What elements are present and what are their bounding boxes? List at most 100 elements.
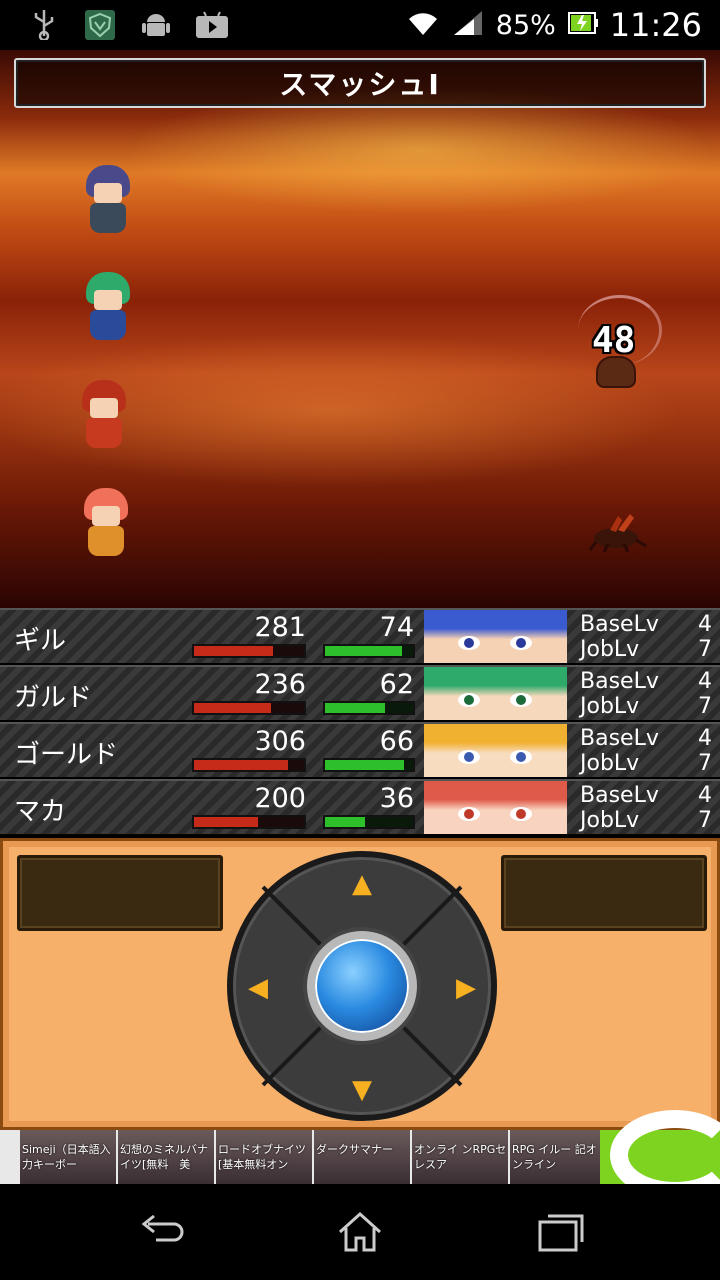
dpad-left-icon[interactable]: ◀ [243, 973, 273, 1003]
battle-field: スマッシュI 48 [0, 50, 720, 608]
job-level-value: 7 [698, 808, 712, 833]
level-info: BaseLv 4 JobLv 7 [580, 726, 712, 776]
job-level-value: 7 [698, 694, 712, 719]
mp-value: 36 [379, 783, 414, 814]
base-level-label: BaseLv [580, 726, 659, 751]
level-info: BaseLv 4 JobLv 7 [580, 612, 712, 662]
left-action-button[interactable] [17, 855, 223, 931]
usb-icon [28, 9, 60, 41]
base-level-label: BaseLv [580, 783, 659, 808]
skill-name-banner: スマッシュI [14, 58, 706, 108]
skill-name: スマッシュI [279, 68, 441, 101]
mp-bar-fill [325, 646, 403, 656]
battery-icon [567, 9, 598, 41]
base-level-value: 4 [698, 669, 712, 694]
clock: 11:26 [609, 6, 702, 44]
party-row[interactable]: ガルド 236 62 BaseLv 4 JobLv 7 [0, 665, 720, 720]
signal-icon [452, 9, 484, 41]
party-sprite-gold [76, 380, 132, 452]
recent-apps-icon[interactable] [536, 1206, 588, 1258]
job-level-label: JobLv [580, 637, 640, 662]
hp-bar [192, 644, 306, 658]
job-level-value: 7 [698, 751, 712, 776]
mp-value: 74 [379, 612, 414, 643]
hp-value: 200 [254, 783, 306, 814]
hp-value: 306 [254, 726, 306, 757]
member-name: ギル [14, 626, 67, 656]
job-level-value: 7 [698, 637, 712, 662]
hp-bar [192, 815, 306, 829]
hp-value: 281 [254, 612, 306, 643]
ad-tile[interactable]: 幻想のミネルバナイツ[無料 美 [118, 1130, 214, 1184]
job-level-label: JobLv [580, 808, 640, 833]
ad-banner[interactable]: RPG イルー 記オンライン オンライ ンRPGセレスア ダークサマナー ロードオブナ… [0, 1110, 720, 1200]
base-level-value: 4 [698, 612, 712, 637]
base-level-value: 4 [698, 726, 712, 751]
ad-label[interactable]: 幻想のミネルバナイツ[無料 美 [120, 1142, 214, 1172]
mp-value: 62 [379, 669, 414, 700]
mp-value: 66 [379, 726, 414, 757]
navigation-bar [0, 1184, 720, 1280]
level-info: BaseLv 4 JobLv 7 [580, 669, 712, 719]
hp-bar [192, 701, 306, 715]
control-pad: ▲ ▼ ◀ ▶ [0, 838, 720, 1130]
dpad-center-button[interactable] [307, 931, 417, 1041]
enemy-sprite-1 [598, 358, 634, 386]
member-name: マカ [14, 797, 67, 827]
ad-logo-icon[interactable] [600, 1110, 720, 1200]
mp-bar [323, 644, 415, 658]
hp-bar-fill [194, 817, 258, 827]
ad-tile[interactable]: ロードオブナイツ[基本無料オン [216, 1130, 312, 1184]
dpad-down-icon[interactable]: ▼ [347, 1075, 377, 1105]
ad-label[interactable]: Simeji（日本語入力キーボー [22, 1142, 116, 1172]
party-row[interactable]: ゴールド 306 66 BaseLv 4 JobLv 7 [0, 722, 720, 777]
right-action-button[interactable] [501, 855, 707, 931]
dpad[interactable]: ▲ ▼ ◀ ▶ [227, 851, 497, 1121]
member-name: ゴールド [14, 740, 119, 770]
mp-bar [323, 758, 415, 772]
back-icon[interactable] [134, 1206, 186, 1258]
shield-app-icon [84, 9, 116, 41]
hp-bar [192, 758, 306, 772]
mp-bar-fill [325, 703, 385, 713]
job-level-label: JobLv [580, 694, 640, 719]
hp-bar-fill [194, 646, 274, 656]
member-name: ガルド [14, 683, 93, 713]
member-portrait [424, 724, 567, 777]
ad-tile[interactable]: Simeji（日本語入力キーボー [20, 1130, 116, 1184]
hp-bar-fill [194, 760, 288, 770]
ad-tile[interactable]: オンライ ンRPGセレスア [412, 1130, 508, 1184]
android-icon [140, 9, 172, 41]
dpad-right-icon[interactable]: ▶ [451, 973, 481, 1003]
home-icon[interactable] [334, 1206, 386, 1258]
mp-bar [323, 815, 415, 829]
youtube-icon [196, 9, 228, 41]
ad-tile[interactable]: RPG イルー 記オンライン [510, 1130, 606, 1184]
enemy-sprite-2 [588, 512, 648, 553]
wifi-icon [406, 9, 440, 41]
member-portrait [424, 667, 567, 720]
ad-label[interactable]: ダークサマナー [316, 1142, 410, 1157]
ad-label[interactable]: オンライ ンRPGセレスア [414, 1142, 508, 1172]
dpad-up-icon[interactable]: ▲ [347, 869, 377, 899]
party-status-panel: ギル 281 74 BaseLv 4 JobLv 7 ガルド 236 62 BaseLv 4 JobLv… [0, 608, 720, 836]
damage-number: 48 [592, 320, 636, 361]
status-bar: 85% 11:26 [0, 0, 720, 50]
party-row[interactable]: ギル 281 74 BaseLv 4 JobLv 7 [0, 608, 720, 663]
party-sprite-maka [78, 488, 134, 560]
party-sprite-gardo [80, 272, 136, 344]
mp-bar-fill [325, 817, 365, 827]
hp-value: 236 [254, 669, 306, 700]
party-row[interactable]: マカ 200 36 BaseLv 4 JobLv 7 [0, 779, 720, 834]
mp-bar [323, 701, 415, 715]
mp-bar-fill [325, 760, 405, 770]
job-level-label: JobLv [580, 751, 640, 776]
level-info: BaseLv 4 JobLv 7 [580, 783, 712, 833]
ad-label[interactable]: RPG イルー 記オンライン [512, 1142, 606, 1172]
hp-bar-fill [194, 703, 271, 713]
battery-percent: 85% [495, 9, 556, 41]
base-level-value: 4 [698, 783, 712, 808]
base-level-label: BaseLv [580, 612, 659, 637]
ad-tile[interactable]: ダークサマナー [314, 1130, 410, 1184]
ad-label[interactable]: ロードオブナイツ[基本無料オン [218, 1142, 312, 1172]
